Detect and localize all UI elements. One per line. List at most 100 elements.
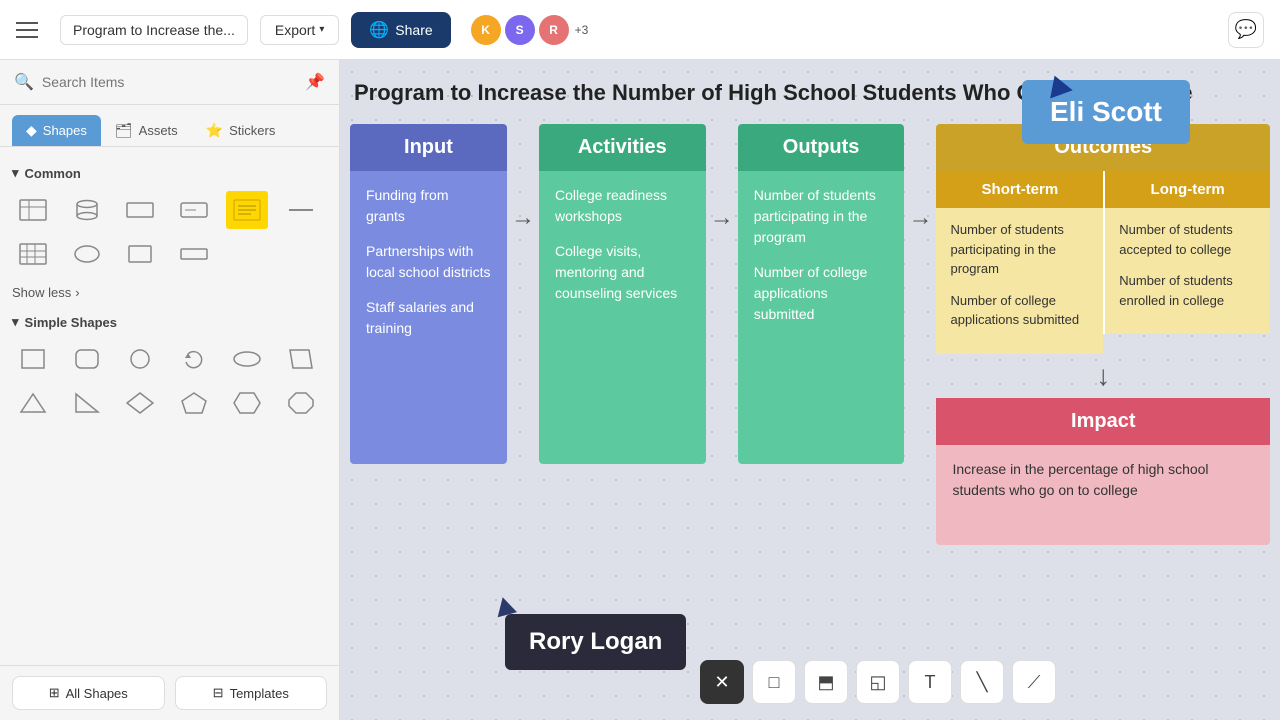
shape-rect-wide[interactable] — [173, 235, 215, 273]
all-shapes-icon: ⊞ — [49, 685, 60, 701]
shape-diamond[interactable] — [119, 384, 161, 422]
avatar-2: S — [505, 15, 535, 45]
simple-shapes-label: Simple Shapes — [25, 315, 117, 330]
shape-oval[interactable] — [66, 235, 108, 273]
shape-rect-sm[interactable] — [119, 235, 161, 273]
line-tool-button[interactable]: ╲ — [960, 660, 1004, 704]
tab-stickers-label: Stickers — [229, 123, 275, 138]
shadow-rect-tool-button[interactable]: ⬒ — [804, 660, 848, 704]
shape-pentagon[interactable] — [173, 384, 215, 422]
search-input[interactable] — [42, 74, 297, 90]
chat-button[interactable]: 💬 — [1228, 12, 1264, 48]
common-section-header[interactable]: ▾ Common — [12, 165, 327, 181]
shape-square[interactable] — [12, 340, 54, 378]
long-term-body: Number of students accepted to college N… — [1103, 208, 1270, 334]
close-toolbar-button[interactable]: ✕ — [700, 660, 744, 704]
shape-wide-rect[interactable] — [119, 191, 161, 229]
common-arrow-icon: ▾ — [12, 165, 19, 181]
impact-body: Increase in the percentage of high schoo… — [936, 445, 1270, 545]
tab-assets-label: Assets — [139, 123, 178, 138]
rory-logan-label: Rory Logan — [505, 614, 686, 670]
all-shapes-label: All Shapes — [66, 686, 128, 701]
templates-button[interactable]: ⊟ Templates — [175, 676, 328, 710]
shape-cylinder[interactable] — [66, 191, 108, 229]
input-header: Input — [350, 124, 507, 171]
avatar-3: R — [539, 15, 569, 45]
shape-hexagon[interactable] — [226, 384, 268, 422]
bottom-buttons: ⊞ All Shapes ⊟ Templates — [0, 665, 339, 720]
bottom-toolbar: ✕ □ ⬒ ◱ T ╲ ⟋ — [700, 660, 1056, 704]
diagram-body: Input Funding from grants Partnerships w… — [350, 124, 1270, 545]
simple-shapes-arrow-icon: ▾ — [12, 314, 19, 330]
short-term-item-2: Number of college applications submitted — [950, 291, 1089, 330]
export-button[interactable]: Export ▾ — [260, 15, 340, 45]
panel-tabs: ◆ Shapes 🗂 Assets ⭐ Stickers — [0, 105, 339, 147]
show-less-chevron-icon: › — [75, 285, 79, 300]
menu-button[interactable] — [16, 14, 48, 46]
activities-item-2: College visits, mentoring and counseling… — [555, 241, 690, 304]
document-title[interactable]: Program to Increase the... — [60, 15, 248, 45]
tab-shapes-label: Shapes — [43, 123, 87, 138]
tab-stickers[interactable]: ⭐ Stickers — [192, 115, 290, 146]
short-term-header: Short-term — [936, 171, 1103, 208]
main-area: 🔍 📌 ◆ Shapes 🗂 Assets ⭐ Stickers ▾ Commo… — [0, 60, 1280, 720]
impact-section: Impact Increase in the percentage of hig… — [936, 398, 1270, 545]
long-term-column: Long-term Number of students accepted to… — [1103, 171, 1270, 354]
globe-icon: 🌐 — [369, 20, 389, 40]
outputs-item-1: Number of students participating in the … — [754, 185, 889, 248]
short-term-item-1: Number of students participating in the … — [950, 220, 1089, 279]
shape-ellipse[interactable] — [226, 340, 268, 378]
shape-input-box[interactable] — [173, 191, 215, 229]
rect-tool-button[interactable]: □ — [752, 660, 796, 704]
stickers-icon: ⭐ — [206, 122, 223, 139]
shape-table2[interactable] — [12, 235, 54, 273]
canvas[interactable]: Eli Scott Program to Increase the Number… — [340, 60, 1280, 720]
collaborator-avatars: K S R +3 — [471, 15, 589, 45]
arrow-input-activities: → — [507, 204, 539, 232]
shape-octagon[interactable] — [280, 384, 322, 422]
long-term-item-2: Number of students enrolled in college — [1119, 271, 1256, 310]
simple-shapes-grid — [12, 340, 327, 422]
pin-icon[interactable]: 📌 — [305, 72, 325, 92]
outputs-body: Number of students participating in the … — [738, 171, 905, 464]
tab-assets[interactable]: 🗂 Assets — [101, 115, 192, 146]
arrow-activities-outputs: → — [706, 204, 738, 232]
short-term-column: Short-term Number of students participat… — [936, 171, 1103, 354]
shape-rounded-rect[interactable] — [66, 340, 108, 378]
avatar-count: +3 — [575, 23, 589, 37]
outputs-item-2: Number of college applications submitted — [754, 262, 889, 325]
shapes-icon: ◆ — [26, 122, 37, 139]
long-term-header: Long-term — [1103, 171, 1270, 208]
common-shapes-grid — [12, 191, 327, 273]
all-shapes-button[interactable]: ⊞ All Shapes — [12, 676, 165, 710]
input-column: Input Funding from grants Partnerships w… — [350, 124, 507, 464]
topbar: Program to Increase the... Export ▾ 🌐 Sh… — [0, 0, 1280, 60]
long-term-item-1: Number of students accepted to college — [1119, 220, 1256, 259]
shape-right-triangle[interactable] — [66, 384, 108, 422]
show-less-button[interactable]: Show less › — [12, 281, 80, 304]
export-arrow-icon: ▾ — [319, 24, 324, 35]
search-icon: 🔍 — [14, 72, 34, 92]
pointer-tool-button[interactable]: ⟋ — [1012, 660, 1056, 704]
shape-refresh[interactable] — [173, 340, 215, 378]
shape-parallelogram[interactable] — [280, 340, 322, 378]
share-button[interactable]: 🌐 Share — [351, 12, 450, 48]
outputs-header: Outputs — [738, 124, 905, 171]
text-tool-button[interactable]: T — [908, 660, 952, 704]
shape-table[interactable] — [12, 191, 54, 229]
rounded-rect-tool-button[interactable]: ◱ — [856, 660, 900, 704]
shape-note[interactable] — [226, 191, 268, 229]
shape-triangle[interactable] — [12, 384, 54, 422]
tab-shapes[interactable]: ◆ Shapes — [12, 115, 101, 146]
search-bar: 🔍 📌 — [0, 60, 339, 105]
outcomes-impact-area: Outcomes Short-term Number of students p… — [936, 124, 1270, 545]
shape-divider[interactable] — [280, 191, 322, 229]
share-label: Share — [395, 22, 432, 38]
assets-icon: 🗂 — [115, 122, 133, 139]
common-label: Common — [25, 166, 81, 181]
diagram: Program to Increase the Number of High S… — [350, 80, 1270, 545]
arrow-outputs-outcomes: → — [904, 204, 936, 232]
shape-circle[interactable] — [119, 340, 161, 378]
simple-shapes-section-header[interactable]: ▾ Simple Shapes — [12, 314, 327, 330]
activities-header: Activities — [539, 124, 706, 171]
